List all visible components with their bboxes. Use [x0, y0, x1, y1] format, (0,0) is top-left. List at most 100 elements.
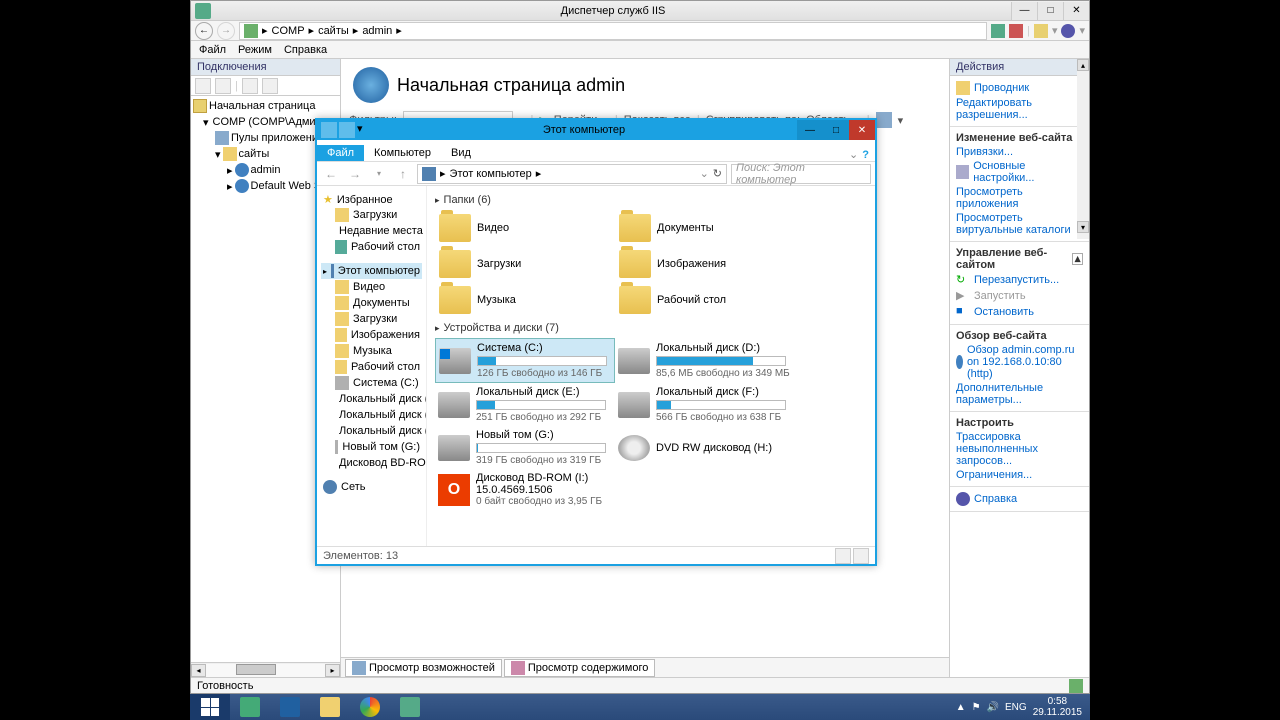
- tray-volume-icon[interactable]: 🔊: [987, 702, 999, 713]
- drive-item[interactable]: Новый том (G:)319 ГБ свободно из 319 ГБ: [435, 426, 615, 469]
- home-icon[interactable]: [1034, 24, 1048, 38]
- explorer-minimize[interactable]: —: [797, 120, 823, 140]
- explorer-close[interactable]: ✕: [849, 120, 875, 140]
- menu-mode[interactable]: Режим: [238, 44, 272, 56]
- explorer-forward[interactable]: →: [345, 164, 365, 184]
- nav-desktop[interactable]: Рабочий стол: [321, 239, 422, 255]
- content-vscroll[interactable]: ▴ ▾: [1077, 59, 1089, 239]
- action-browse[interactable]: Обзор admin.comp.ru on 192.168.0.10:80 (…: [950, 343, 1089, 381]
- connect-button[interactable]: [195, 78, 211, 94]
- tab-computer[interactable]: Компьютер: [364, 145, 441, 161]
- qat-pc-icon[interactable]: [321, 122, 337, 138]
- nav-network[interactable]: Сеть: [321, 479, 422, 495]
- action-advanced[interactable]: Дополнительные параметры...: [950, 381, 1089, 407]
- maximize-button[interactable]: □: [1037, 2, 1063, 20]
- breadcrumb-bar[interactable]: ▸COMP ▸сайты ▸admin ▸: [239, 22, 987, 40]
- action-restart[interactable]: ↻Перезапустить...: [950, 272, 1089, 288]
- nav-this-pc[interactable]: ▸Этот компьютер: [321, 263, 422, 279]
- dvd-drive-item[interactable]: DVD RW дисковод (H:): [615, 426, 795, 469]
- save-button[interactable]: [215, 78, 231, 94]
- nav-videos[interactable]: Видео: [321, 279, 422, 295]
- action-tracing[interactable]: Трассировка невыполненных запросов...: [950, 430, 1089, 468]
- back-button[interactable]: ←: [195, 22, 213, 40]
- nav-downloads[interactable]: Загрузки: [321, 207, 422, 223]
- tray-flag-icon[interactable]: ▲: [956, 702, 966, 713]
- folder-item[interactable]: Загрузки: [435, 246, 615, 282]
- action-bindings[interactable]: Привязки...: [950, 145, 1089, 159]
- tab-features[interactable]: Просмотр возможностей: [345, 659, 502, 677]
- nav-downloads2[interactable]: Загрузки: [321, 311, 422, 327]
- explorer-address-bar[interactable]: ▸Этот компьютер▸ ⌄ ↻: [417, 164, 727, 184]
- action-help[interactable]: Справка: [950, 491, 1089, 507]
- folder-item[interactable]: Рабочий стол: [615, 282, 795, 318]
- view-icon[interactable]: [876, 112, 892, 128]
- action-explore[interactable]: Проводник: [950, 80, 1089, 96]
- ribbon-expand-icon[interactable]: ⌄: [849, 148, 858, 161]
- explorer-history[interactable]: ▾: [369, 164, 389, 184]
- action-basic-settings[interactable]: Основные настройки...: [950, 159, 1089, 185]
- drive-item[interactable]: Локальный диск (D:)85,6 МБ свободно из 3…: [615, 338, 795, 383]
- explorer-search[interactable]: Поиск: Этот компьютер: [731, 164, 871, 184]
- node-button[interactable]: [242, 78, 258, 94]
- drive-item[interactable]: Система (C:)126 ГБ свободно из 146 ГБ: [435, 338, 615, 383]
- tray-action-center-icon[interactable]: ⚑: [972, 702, 981, 713]
- menu-help[interactable]: Справка: [284, 44, 327, 56]
- stop-icon[interactable]: [1009, 24, 1023, 38]
- task-chrome[interactable]: [350, 694, 390, 720]
- bdrom-drive-item[interactable]: OДисковод BD-ROM (I:) 15.0.4569.15060 ба…: [435, 469, 615, 510]
- view-details-button[interactable]: [835, 548, 851, 564]
- nav-drive-bd[interactable]: Дисковод BD-ROM: [321, 455, 422, 471]
- tree-hscroll[interactable]: ◂▸: [191, 662, 340, 677]
- action-limits[interactable]: Ограничения...: [950, 468, 1089, 482]
- tab-file[interactable]: Файл: [317, 145, 364, 161]
- nav-documents[interactable]: Документы: [321, 295, 422, 311]
- folders-group-header[interactable]: Папки (6): [435, 190, 867, 210]
- folder-item[interactable]: Документы: [615, 210, 795, 246]
- action-start[interactable]: ▶Запустить: [950, 288, 1089, 304]
- start-button[interactable]: [190, 694, 230, 720]
- action-view-apps[interactable]: Просмотреть приложения: [950, 185, 1089, 211]
- task-explorer[interactable]: [310, 694, 350, 720]
- refresh-icon[interactable]: ↻: [713, 167, 722, 180]
- explorer-up[interactable]: ↑: [393, 164, 413, 184]
- tab-content[interactable]: Просмотр содержимого: [504, 659, 656, 677]
- tray-language[interactable]: ENG: [1005, 702, 1027, 713]
- nav-drive-e[interactable]: Локальный диск (E:: [321, 407, 422, 423]
- nav-favorites[interactable]: ★Избранное: [321, 192, 422, 207]
- tree-start-page[interactable]: Начальная страница: [193, 98, 338, 114]
- nav-pictures[interactable]: Изображения: [321, 327, 422, 343]
- task-server-manager[interactable]: [230, 694, 270, 720]
- nav-drive-d[interactable]: Локальный диск (D: [321, 391, 422, 407]
- help-icon[interactable]: [1061, 24, 1075, 38]
- action-view-vdirs[interactable]: Просмотреть виртуальные каталоги: [950, 211, 1089, 237]
- refresh-tree-button[interactable]: [262, 78, 278, 94]
- nav-drive-c[interactable]: Система (C:): [321, 375, 422, 391]
- action-edit-permissions[interactable]: Редактировать разрешения...: [950, 96, 1089, 122]
- drives-group-header[interactable]: Устройства и диски (7): [435, 318, 867, 338]
- menu-file[interactable]: Файл: [199, 44, 226, 56]
- drive-item[interactable]: Локальный диск (F:)566 ГБ свободно из 63…: [615, 383, 795, 426]
- nav-drive-f[interactable]: Локальный диск (F:: [321, 423, 422, 439]
- folder-item[interactable]: Изображения: [615, 246, 795, 282]
- task-iis-manager[interactable]: [390, 694, 430, 720]
- folder-item[interactable]: Видео: [435, 210, 615, 246]
- nav-recent[interactable]: Недавние места: [321, 223, 422, 239]
- tray-clock[interactable]: 0:5829.11.2015: [1033, 696, 1082, 718]
- forward-button[interactable]: →: [217, 22, 235, 40]
- view-icons-button[interactable]: [853, 548, 869, 564]
- ribbon-help-icon[interactable]: ?: [862, 149, 869, 161]
- action-stop[interactable]: ■Остановить: [950, 304, 1089, 320]
- task-powershell[interactable]: [270, 694, 310, 720]
- drive-item[interactable]: Локальный диск (E:)251 ГБ свободно из 29…: [435, 383, 615, 426]
- qat-properties-icon[interactable]: [339, 122, 355, 138]
- explorer-back[interactable]: ←: [321, 164, 341, 184]
- refresh-icon[interactable]: [991, 24, 1005, 38]
- explorer-maximize[interactable]: □: [823, 120, 849, 140]
- minimize-button[interactable]: —: [1011, 2, 1037, 20]
- qat-dropdown-icon[interactable]: ▾: [357, 122, 367, 138]
- nav-desktop2[interactable]: Рабочий стол: [321, 359, 422, 375]
- close-button[interactable]: ✕: [1063, 2, 1089, 20]
- nav-drive-g[interactable]: Новый том (G:): [321, 439, 422, 455]
- nav-music[interactable]: Музыка: [321, 343, 422, 359]
- folder-item[interactable]: Музыка: [435, 282, 615, 318]
